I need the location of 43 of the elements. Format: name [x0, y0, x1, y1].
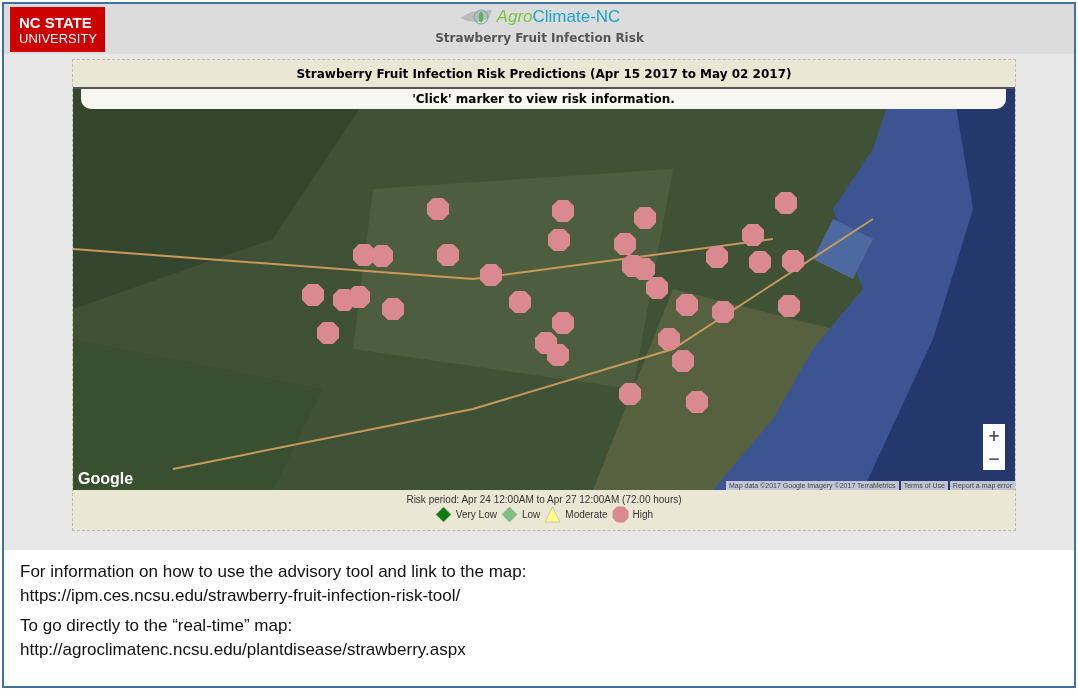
risk-marker[interactable]	[347, 285, 371, 309]
risk-marker[interactable]	[381, 297, 405, 321]
risk-marker[interactable]	[316, 321, 340, 345]
risk-marker[interactable]	[675, 293, 699, 317]
risk-marker[interactable]	[551, 199, 575, 223]
url-link[interactable]: https://ipm.ces.ncsu.edu/strawberry-fruit-infection-risk-tool/	[20, 584, 1074, 608]
university-logo[interactable]: NC STATE UNIVERSITY	[10, 7, 105, 52]
risk-marker[interactable]	[508, 290, 532, 314]
risk-marker[interactable]	[671, 349, 695, 373]
risk-marker[interactable]	[777, 294, 801, 318]
risk-marker[interactable]	[301, 283, 325, 307]
risk-marker[interactable]	[426, 197, 450, 221]
risk-marker[interactable]	[774, 191, 798, 215]
risk-marker[interactable]	[546, 343, 570, 367]
risk-period: Risk period: Apr 24 12:00AM to Apr 27 12:00AM (72.00 hours)	[406, 494, 682, 505]
risk-marker[interactable]	[741, 223, 765, 247]
note-text: For information on how to use the advisory tool and link to the map:	[20, 561, 528, 583]
risk-marker[interactable]	[547, 228, 571, 252]
risk-marker[interactable]	[633, 206, 657, 230]
risk-marker[interactable]	[370, 244, 394, 268]
legend-label: High	[632, 509, 654, 520]
risk-marker[interactable]	[685, 390, 709, 414]
risk-marker[interactable]	[613, 232, 637, 256]
legend-label: Low	[521, 509, 541, 520]
page-subtitle: Strawberry Fruit Infection Risk	[435, 31, 644, 45]
url-link[interactable]: http://agroclimatenc.ncsu.edu/plantdisease/strawberry.aspx	[20, 638, 1074, 662]
risk-marker[interactable]	[618, 382, 642, 406]
risk-marker[interactable]	[479, 263, 503, 287]
risk-marker[interactable]	[551, 311, 575, 335]
risk-marker[interactable]	[657, 327, 681, 351]
risk-marker[interactable]	[645, 276, 669, 300]
risk-marker[interactable]	[748, 250, 772, 274]
legend-label: Moderate	[565, 509, 608, 520]
risk-marker[interactable]	[781, 249, 805, 273]
map-hint: 'Click' marker to view risk information.	[81, 89, 1006, 109]
state-map-icon	[458, 8, 493, 26]
risk-marker[interactable]	[711, 300, 735, 324]
risk-marker[interactable]	[436, 243, 460, 267]
risk-marker[interactable]	[705, 245, 729, 269]
app-logo-text: AgroClimate-NC	[496, 7, 621, 27]
note-text: To go directly to the “real-time” map:	[20, 615, 294, 637]
map-logo: Google	[78, 470, 134, 488]
legend-label: Very Low	[455, 509, 497, 520]
